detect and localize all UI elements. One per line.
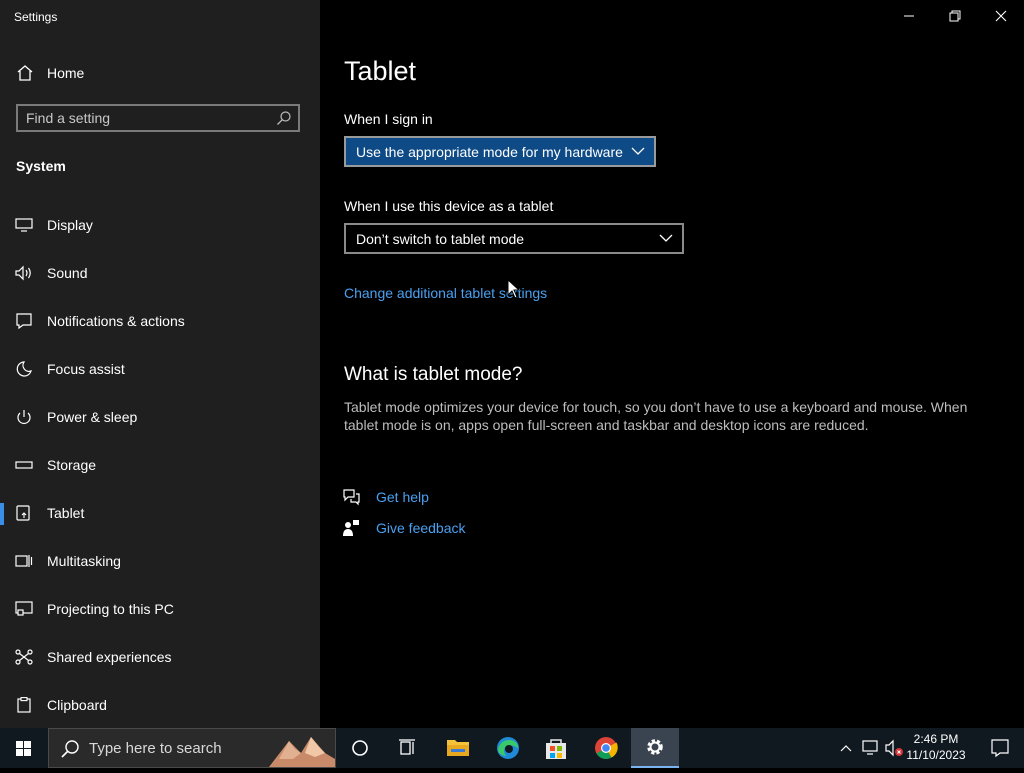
sidebar-item-label: Display [47,217,93,233]
gear-icon [647,739,663,755]
chrome-button[interactable] [582,728,630,768]
multitasking-icon [15,555,33,567]
get-help-link[interactable]: Get help [376,489,429,505]
chevron-up-icon [840,745,852,752]
task-view-button[interactable] [384,728,432,768]
home-nav-item[interactable]: Home [0,58,320,88]
storage-icon [15,461,33,469]
find-setting-search[interactable] [16,104,300,132]
clock-date: 11/10/2023 [906,748,966,762]
what-is-tablet-mode-heading: What is tablet mode? [344,364,523,385]
home-label: Home [47,65,85,81]
sidebar-item-storage[interactable]: Storage [0,445,320,485]
tablet-mode-dropdown[interactable]: Don’t switch to tablet mode [344,223,684,254]
tablet-mode-description: Tablet mode optimizes your device for to… [344,399,968,433]
sidebar-item-shared-experiences[interactable]: Shared experiences [0,637,320,677]
dropdown-value: Don’t switch to tablet mode [356,231,525,247]
folder-icon [447,740,469,756]
sidebar-item-label: Power & sleep [47,409,138,425]
clock-time: 2:46 PM [913,732,959,746]
app-title: Settings [14,10,58,24]
sidebar-item-label: Sound [47,265,88,281]
projecting-icon [15,601,33,616]
minimize-button[interactable] [886,0,932,32]
find-setting-input[interactable] [26,109,266,127]
feedback-person-icon [343,520,359,536]
sign-in-mode-dropdown[interactable]: Use the appropriate mode for my hardware [344,136,656,167]
help-chat-icon [343,489,360,506]
search-icon [61,740,79,758]
show-hidden-icons-button[interactable] [834,728,858,768]
network-icon [862,740,878,755]
taskbar: Type here to search 2:46 PM 11/10/2023 [0,728,1024,768]
chevron-down-icon [631,147,645,155]
sidebar-item-label: Storage [47,457,97,473]
sidebar-item-projecting[interactable]: Projecting to this PC [0,589,320,629]
active-indicator [0,503,4,525]
shared-icon [15,649,33,665]
tablet-icon [16,505,30,521]
tablet-device-label: When I use this device as a tablet [344,198,554,214]
store-button[interactable] [532,728,580,768]
sidebar-item-display[interactable]: Display [0,205,320,245]
page-title: Tablet [344,56,417,86]
action-center-button[interactable] [976,728,1024,768]
sidebar-item-clipboard[interactable]: Clipboard [0,685,320,725]
monitor-icon [15,218,33,232]
dropdown-value: Use the appropriate mode for my hardware [356,144,623,160]
section-title: System [16,158,66,174]
restore-button[interactable] [932,0,978,32]
sidebar-item-sound[interactable]: Sound [0,253,320,293]
volume-button[interactable] [882,728,906,768]
restore-icon [949,10,961,22]
cortana-icon [352,740,368,756]
moon-icon [16,361,32,377]
microsoft-store-icon [546,739,566,759]
home-icon [17,65,33,81]
main-content: Tablet When I sign in Use the appropriat… [320,0,1024,728]
mouse-cursor-icon [507,279,521,299]
sidebar-item-label: Shared experiences [47,649,172,665]
search-icon[interactable] [276,110,292,126]
clipboard-icon [17,697,31,713]
sidebar: Settings Home System Display Sound Not [0,0,320,728]
start-button[interactable] [0,728,48,768]
give-feedback-link[interactable]: Give feedback [376,520,466,536]
taskbar-search-box[interactable]: Type here to search [48,728,336,768]
sidebar-item-multitasking[interactable]: Multitasking [0,541,320,581]
close-button[interactable] [978,0,1024,32]
notification-icon [16,313,32,329]
volume-muted-icon [885,739,903,757]
search-highlight-image [269,737,335,767]
network-button[interactable] [858,728,882,768]
settings-taskbar-button[interactable] [631,728,679,768]
task-view-icon [399,739,415,755]
minimize-icon [904,15,914,17]
sign-in-label: When I sign in [344,111,433,127]
power-icon [17,410,31,424]
speaker-icon [15,265,31,281]
cortana-button[interactable] [336,728,384,768]
sidebar-item-label: Multitasking [47,553,121,569]
windows-logo-icon [16,741,31,756]
edge-button[interactable] [484,728,532,768]
sidebar-item-focus-assist[interactable]: Focus assist [0,349,320,389]
edge-browser-icon [497,737,519,759]
taskbar-search-placeholder: Type here to search [89,740,222,757]
chevron-down-icon [659,234,673,242]
sidebar-item-label: Clipboard [47,697,107,713]
sidebar-item-label: Tablet [47,505,85,521]
sidebar-item-label: Focus assist [47,361,125,377]
sidebar-item-tablet[interactable]: Tablet [0,493,320,533]
close-icon [995,10,1007,22]
sidebar-item-label: Projecting to this PC [47,601,174,617]
sidebar-item-power-sleep[interactable]: Power & sleep [0,397,320,437]
file-explorer-button[interactable] [434,728,482,768]
sidebar-item-label: Notifications & actions [47,313,185,329]
clock[interactable]: 2:46 PM 11/10/2023 [904,731,968,763]
chrome-browser-icon [595,737,618,759]
sidebar-item-notifications[interactable]: Notifications & actions [0,301,320,341]
notification-icon [991,739,1009,758]
